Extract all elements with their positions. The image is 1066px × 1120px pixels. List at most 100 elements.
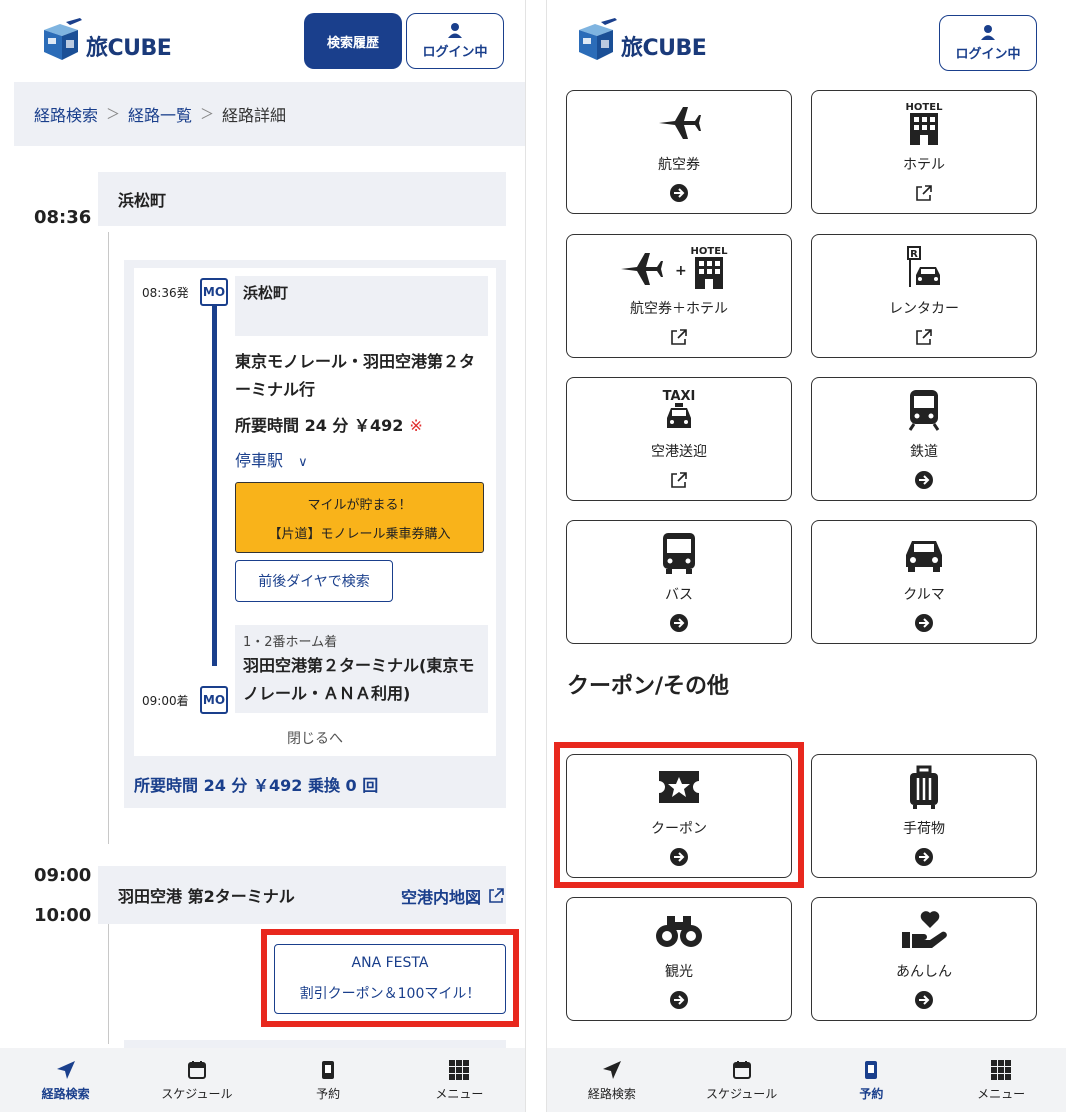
ticket-icon <box>865 1060 878 1079</box>
nav-label: メニュー <box>435 1086 484 1101</box>
tile-car[interactable]: クルマ <box>811 520 1037 644</box>
mile-line1: マイルが貯まる！ <box>307 497 412 513</box>
external-link-icon <box>671 472 687 488</box>
mile-ticket-button[interactable]: マイルが貯まる！ 【片道】モノレール乗車券購入 <box>235 482 484 553</box>
stops-toggle[interactable]: 停車駅 ∨ <box>235 447 308 471</box>
tile-label: 鉄道 <box>910 444 938 460</box>
booking-screen: 旅CUBE ログイン中 航空券 HOTEL ホテル + HOTEL 航空券＋ホテ… <box>546 0 1066 1112</box>
arrive-time: 09:00 <box>34 865 92 886</box>
user-icon <box>448 23 462 38</box>
external-link-icon <box>916 185 932 201</box>
navigation-arrow-icon <box>602 1060 621 1079</box>
nav-schedule[interactable]: スケジュール <box>131 1048 262 1112</box>
arrival-station-box: 1・2番ホーム着 羽田空港第２ターミナル(東京モノレール・ＡＮＡ利用) <box>235 625 488 713</box>
chevron-right-icon: ＞ <box>200 107 215 123</box>
hotel-icon: HOTEL <box>906 102 943 145</box>
fare-note-mark[interactable]: ※ <box>409 416 422 435</box>
arrow-circle-icon <box>915 614 933 632</box>
coupon-section-title: クーポン/その他 <box>567 674 730 699</box>
train-icon <box>908 390 940 431</box>
tile-hotel[interactable]: HOTEL ホテル <box>811 90 1037 214</box>
chevron-down-icon: ∨ <box>298 455 308 470</box>
login-button[interactable]: ログイン中 <box>939 15 1037 71</box>
nav-label: 経路検索 <box>587 1086 636 1101</box>
close-details-link[interactable]: 閉じるへ <box>134 728 496 748</box>
tile-coupon[interactable]: クーポン <box>566 754 792 878</box>
arrow-circle-icon <box>670 848 688 866</box>
hotel-sign-text: HOTEL <box>691 246 729 257</box>
destination-name: 羽田空港 第2ターミナル <box>118 887 295 906</box>
chevron-right-icon: ＞ <box>106 107 121 123</box>
tile-train[interactable]: 鉄道 <box>811 377 1037 501</box>
bus-icon <box>663 533 695 574</box>
origin-stop: 浜松町 <box>98 172 506 226</box>
logo-text: 旅CUBE <box>621 36 707 61</box>
header: 旅CUBE 検索履歴 ログイン中 <box>0 0 525 82</box>
tile-label: レンタカー <box>889 301 959 317</box>
search-history-button[interactable]: 検索履歴 <box>304 13 402 69</box>
nav-route-search[interactable]: 経路検索 <box>0 1048 131 1112</box>
segment-duration: 所要時間 24 分 ￥492 ※ <box>235 412 423 436</box>
ana-line1: ANA FESTA <box>351 955 429 971</box>
line-name: 東京モノレール・羽田空港第２ターミナル行 <box>235 352 476 399</box>
stops-label: 停車駅 <box>235 451 284 470</box>
bottom-nav: 経路検索 スケジュール 予約 メニュー <box>547 1048 1066 1112</box>
tile-luggage[interactable]: 手荷物 <box>811 754 1037 878</box>
nav-label: 予約 <box>859 1086 884 1101</box>
start-time: 08:36 <box>34 207 92 228</box>
tile-label: 航空券＋ホテル <box>630 301 728 317</box>
logo-text: 旅CUBE <box>86 36 172 61</box>
adjacent-timetable-button[interactable]: 前後ダイヤで検索 <box>235 560 393 602</box>
tile-bus[interactable]: バス <box>566 520 792 644</box>
nav-menu[interactable]: メニュー <box>394 1048 525 1112</box>
nav-label: スケジュール <box>161 1086 233 1101</box>
luggage-icon <box>910 765 938 809</box>
arrow-circle-icon <box>670 614 688 632</box>
user-icon <box>981 25 995 40</box>
timeline-line <box>108 924 109 1044</box>
mile-line2: 【片道】モノレール乗車券購入 <box>268 526 451 542</box>
arrow-circle-icon <box>670 991 688 1009</box>
login-label: ログイン中 <box>955 47 1021 62</box>
tile-flight-hotel[interactable]: + HOTEL 航空券＋ホテル <box>566 234 792 358</box>
external-link-icon <box>671 329 687 345</box>
login-label: ログイン中 <box>422 45 488 60</box>
tile-label: 観光 <box>665 964 693 980</box>
timeline-line <box>108 232 109 844</box>
segment-depart-time: 08:36発 <box>142 286 189 300</box>
from-station: 浜松町 <box>235 276 488 336</box>
airport-map-label: 空港内地図 <box>400 888 481 907</box>
nav-booking[interactable]: 予約 <box>807 1048 937 1112</box>
ana-festa-coupon-button[interactable]: ANA FESTA 割引クーポン＆100マイル！ <box>274 944 506 1014</box>
nav-route-search[interactable]: 経路検索 <box>547 1048 677 1112</box>
tile-flight[interactable]: 航空券 <box>566 90 792 214</box>
tile-label: 航空券 <box>658 157 700 173</box>
tabicube-logo[interactable]: 旅CUBE <box>40 16 190 68</box>
nav-menu[interactable]: メニュー <box>936 1048 1066 1112</box>
nav-schedule[interactable]: スケジュール <box>677 1048 807 1112</box>
tile-safety[interactable]: あんしん <box>811 897 1037 1021</box>
tile-sightseeing[interactable]: 観光 <box>566 897 792 1021</box>
taxi-sign-text: TAXI <box>663 389 696 404</box>
nav-label: 予約 <box>316 1086 341 1101</box>
to-station: 羽田空港第２ターミナル(東京モノレール・ＡＮＡ利用) <box>243 656 475 703</box>
segment-arrive-time: 09:00着 <box>142 694 189 708</box>
airport-map-link[interactable]: 空港内地図 <box>401 884 505 908</box>
route-detail-screen: 旅CUBE 検索履歴 ログイン中 経路検索 ＞ 経路一覧 ＞ 経路詳細 08:3… <box>0 0 526 1112</box>
monorail-badge: MO <box>200 686 228 714</box>
coupon-icon <box>659 771 699 803</box>
tile-airport-transfer[interactable]: TAXI 空港送迎 <box>566 377 792 501</box>
rental-car-icon: R <box>907 246 940 287</box>
nav-booking[interactable]: 予約 <box>263 1048 394 1112</box>
breadcrumb-route-list[interactable]: 経路一覧 <box>128 102 192 126</box>
cube-logo-icon <box>44 18 82 60</box>
breadcrumb-current: 経路詳細 <box>222 106 287 125</box>
calendar-icon <box>732 1060 751 1079</box>
binoculars-icon <box>656 916 702 947</box>
tile-rental-car[interactable]: R レンタカー <box>811 234 1037 358</box>
calendar-icon <box>187 1060 206 1079</box>
breadcrumb-route-search[interactable]: 経路検索 <box>34 102 98 126</box>
tabicube-logo[interactable]: 旅CUBE <box>575 16 725 68</box>
login-button[interactable]: ログイン中 <box>406 13 504 69</box>
cube-logo-icon <box>579 18 617 60</box>
